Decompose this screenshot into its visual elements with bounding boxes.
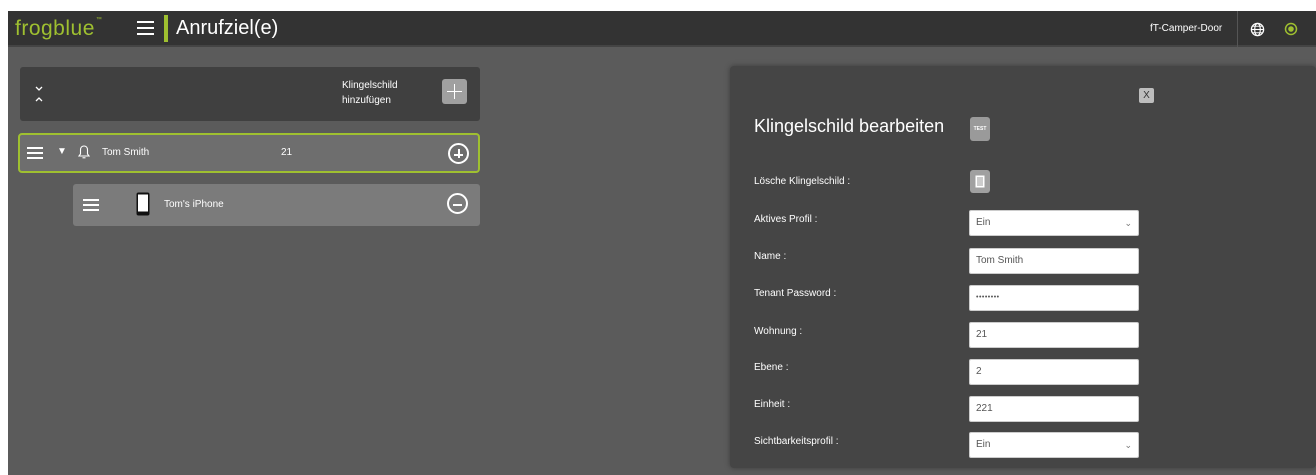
edit-doorbell-panel: X Klingelschild bearbeiten TEST Lösche K… (730, 66, 1316, 468)
name-label: Name : (754, 251, 787, 262)
title-accent (164, 15, 168, 42)
add-doorbell-bar: Klingelschild hinzufügen (20, 67, 480, 121)
frogblue-logo: frogblue™ (15, 17, 103, 40)
apartment-label: Wohnung : (754, 326, 803, 337)
level-label: Ebene : (754, 362, 789, 373)
drag-handle-icon[interactable] (27, 147, 43, 159)
status-indicator-icon[interactable] (1284, 22, 1298, 36)
level-input[interactable]: 2 (969, 359, 1139, 385)
collapse-expand-icon[interactable] (32, 85, 46, 103)
doorbell-name: Tom Smith (102, 147, 150, 158)
delete-label: Lösche Klingelschild : (754, 176, 851, 187)
divider (1237, 11, 1238, 47)
device-name-label: Tom's iPhone (164, 199, 224, 210)
bell-icon (78, 145, 90, 159)
top-bar: frogblue™ Anrufziel(e) fT-Camper-Door (8, 11, 1316, 47)
remove-device-button[interactable] (447, 193, 468, 214)
expand-caret-icon[interactable]: ▼ (57, 146, 67, 157)
hamburger-menu-icon[interactable] (137, 21, 154, 35)
tenant-password-label: Tenant Password : (754, 288, 837, 299)
unit-label: Einheit : (754, 399, 791, 410)
apartment-input[interactable]: 21 (969, 322, 1139, 348)
add-device-button[interactable] (448, 143, 469, 164)
chevron-down-icon: ⌄ (1124, 440, 1132, 450)
device-row[interactable]: Tom's iPhone (73, 184, 480, 226)
visibility-profile-select[interactable]: Ein ⌄ (969, 432, 1139, 458)
doorbell-row[interactable]: ▼ Tom Smith 21 (18, 133, 480, 173)
chevron-down-icon: ⌄ (1124, 218, 1132, 228)
smartphone-icon (136, 192, 150, 216)
visibility-profile-label: Sichtbarkeitsprofil : (754, 436, 839, 447)
active-profile-label: Aktives Profil : (754, 214, 818, 225)
trash-icon (975, 175, 985, 188)
app-window: frogblue™ Anrufziel(e) fT-Camper-Door Kl… (8, 11, 1316, 475)
globe-icon[interactable] (1250, 22, 1265, 37)
page-title: Anrufziel(e) (176, 17, 279, 39)
name-input[interactable]: Tom Smith (969, 248, 1139, 274)
add-doorbell-button[interactable] (442, 79, 467, 104)
device-name: fT-Camper-Door (1150, 23, 1223, 34)
close-button[interactable]: X (1139, 88, 1154, 103)
panel-title: Klingelschild bearbeiten (754, 116, 945, 136)
delete-button[interactable] (970, 170, 990, 193)
tenant-password-input[interactable]: •••••••• (969, 285, 1139, 311)
unit-input[interactable]: 221 (969, 396, 1139, 422)
add-doorbell-label: Klingelschild hinzufügen (342, 80, 398, 106)
test-button[interactable]: TEST (970, 117, 990, 141)
active-profile-select[interactable]: Ein ⌄ (969, 210, 1139, 236)
drag-handle-icon[interactable] (83, 199, 99, 211)
doorbell-number: 21 (281, 147, 293, 158)
